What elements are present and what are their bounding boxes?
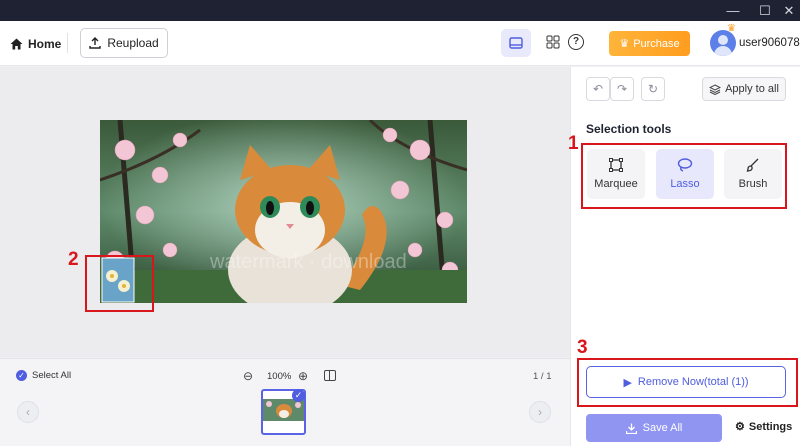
annotation-marker-2: 2	[68, 249, 79, 270]
help-icon[interactable]: ?	[568, 34, 584, 50]
crown-icon: ♛	[619, 38, 630, 50]
layers-icon	[709, 83, 722, 95]
header-divider	[67, 33, 68, 53]
compare-icon[interactable]	[324, 370, 336, 381]
select-all-label: Select All	[32, 370, 72, 381]
watermark-text: watermark · download	[209, 251, 407, 273]
prev-image-button[interactable]: ‹	[17, 401, 39, 423]
app-header: Home Reupload ? ♛ Purchase ♛ user906078	[0, 21, 800, 66]
selection-tools-heading: Selection tools	[586, 122, 672, 136]
settings-label: Settings	[748, 420, 793, 433]
single-view-icon	[509, 37, 523, 49]
reupload-button[interactable]: Reupload	[80, 28, 168, 58]
gear-icon: ⚙	[735, 421, 745, 433]
minimize-icon[interactable]: —	[720, 0, 746, 21]
close-icon[interactable]: ✕	[776, 0, 800, 21]
page-count: 1 / 1	[533, 371, 552, 382]
thumbnail-strip: ✓ Select All ⊖ 100% ⊕ 1 / 1 ‹ › ✓	[0, 358, 570, 446]
next-image-button[interactable]: ›	[529, 401, 551, 423]
select-all-checkbox[interactable]: ✓ Select All	[16, 370, 71, 381]
zoom-level: 100%	[267, 371, 292, 382]
settings-button[interactable]: ⚙ Settings	[735, 420, 793, 434]
reset-button[interactable]: ↻	[641, 77, 665, 101]
undo-icon: ↶	[592, 82, 604, 96]
redo-button[interactable]: ↷	[610, 77, 634, 101]
home-label: Home	[28, 37, 62, 51]
save-all-button[interactable]: Save All	[586, 414, 722, 442]
redo-icon: ↷	[616, 82, 628, 96]
refresh-icon: ↻	[647, 82, 659, 96]
grid-view-icon[interactable]	[546, 35, 560, 49]
cat-illustration: watermark · download	[100, 120, 467, 303]
home-icon	[10, 38, 23, 50]
username[interactable]: user906078	[739, 37, 800, 49]
zoom-out-icon[interactable]: ⊖	[243, 369, 253, 383]
window-titlebar: — ☐ ✕	[0, 0, 800, 21]
zoom-in-icon[interactable]: ⊕	[298, 369, 308, 383]
layout-toggle-button[interactable]	[501, 29, 531, 57]
vip-crown-icon: ♛	[727, 23, 736, 34]
play-icon: ▶	[623, 376, 632, 389]
save-all-label: Save All	[642, 422, 683, 434]
download-icon	[625, 423, 637, 434]
reupload-label: Reupload	[107, 36, 159, 50]
apply-to-all-label: Apply to all	[725, 83, 779, 95]
home-button[interactable]: Home	[10, 35, 61, 53]
purchase-label: Purchase	[633, 37, 680, 50]
undo-button[interactable]: ↶	[586, 77, 610, 101]
image-canvas[interactable]: watermark · download 2	[0, 67, 570, 357]
main-image[interactable]: watermark · download	[100, 120, 467, 303]
annotation-highlight-tools	[581, 143, 787, 209]
settings-panel: ↶ ↷ ↻ Apply to all Selection tools Marqu…	[568, 67, 800, 446]
purchase-button[interactable]: ♛ Purchase	[609, 31, 690, 56]
annotation-highlight-watermark	[85, 255, 154, 312]
check-icon: ✓	[16, 370, 27, 381]
annotation-marker-3: 3	[577, 337, 588, 358]
upload-icon	[89, 37, 102, 49]
apply-to-all-button[interactable]: Apply to all	[702, 77, 786, 101]
remove-now-button[interactable]: ▶ Remove Now(total (1))	[586, 366, 786, 398]
remove-now-label: Remove Now(total (1))	[637, 376, 749, 388]
thumbnail-selected-icon: ✓	[292, 389, 305, 402]
maximize-icon[interactable]: ☐	[752, 0, 778, 21]
annotation-marker-1: 1	[568, 133, 579, 154]
